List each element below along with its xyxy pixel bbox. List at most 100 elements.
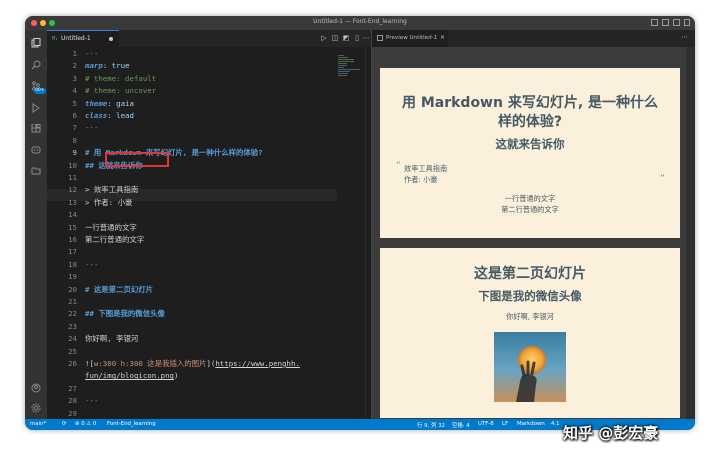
slide-1-quote-line-1: 效率工具指南 xyxy=(404,164,448,173)
code-token: class xyxy=(85,111,108,120)
extensions-icon[interactable] xyxy=(31,124,41,134)
code-line[interactable]: 9 # 用 Markdown 来写幻灯片, 是一种什么样的体验? xyxy=(47,147,337,159)
code-editor[interactable]: 1 --- 2 marp: true 3 # theme: default 4 # theme… xyxy=(47,47,372,420)
code-token: # theme: uncover xyxy=(85,86,157,96)
open-preview-to-side-icon[interactable]: ◫ xyxy=(331,34,339,42)
code-line[interactable]: 5 theme: gaia xyxy=(47,98,337,110)
code-token: https://www.penghh. xyxy=(215,359,300,368)
code-token: lead xyxy=(116,111,134,120)
code-line[interactable]: 17 xyxy=(47,246,337,258)
code-line[interactable]: 16 第二行普通的文字 xyxy=(47,234,337,246)
line-text: # theme: uncover xyxy=(85,85,156,97)
code-line[interactable]: fun/img/blogicon.png) xyxy=(47,370,337,382)
line-number: 28 xyxy=(68,396,77,406)
toggle-secondary-sidebar-icon[interactable] xyxy=(673,19,680,26)
code-line[interactable]: 28 --- xyxy=(47,395,337,407)
code-token: 你好啊, 李银河 xyxy=(85,334,139,344)
code-line[interactable]: 2 marp: true xyxy=(47,60,337,72)
indentation[interactable]: 空格: 4 xyxy=(452,421,470,429)
code-token: ![ xyxy=(85,359,94,368)
code-line[interactable]: 1 --- xyxy=(47,48,337,60)
code-token: w:300 h:300 这是我插入的图片 xyxy=(93,359,207,368)
line-number: 3 xyxy=(72,73,77,83)
search-icon[interactable] xyxy=(31,60,41,70)
settings-gear-icon[interactable] xyxy=(31,403,41,413)
end-of-line[interactable]: LF xyxy=(502,421,508,427)
code-line[interactable]: 22 ## 下图是我的微信头像 xyxy=(47,308,337,320)
code-line[interactable]: 29 xyxy=(47,408,337,420)
minimap[interactable] xyxy=(338,55,362,81)
run-icon[interactable]: ▷ xyxy=(320,34,328,42)
line-text: theme: gaia xyxy=(85,98,134,110)
folder-indicator[interactable]: Font-End_learning xyxy=(107,421,156,427)
line-text: ## 下图是我的微信头像 xyxy=(85,308,165,320)
code-line[interactable]: 6 class: lead xyxy=(47,110,337,122)
code-line[interactable]: 26 ![w:300 h:300 这是我插入的图片](https://www.pe… xyxy=(47,358,337,370)
markdown-file-icon: M↓ xyxy=(52,36,59,42)
close-tab-icon[interactable]: ✕ xyxy=(440,34,445,41)
split-editor-icon[interactable]: ▯ xyxy=(353,34,361,42)
preview-scrollbar[interactable] xyxy=(686,47,695,419)
code-line[interactable]: 27 xyxy=(47,383,337,395)
code-token: > 效率工具指南 xyxy=(85,185,139,195)
marp-icon[interactable]: ◩ xyxy=(342,34,350,42)
more-actions-icon[interactable]: ⋯ xyxy=(362,34,370,42)
editor-tab-bar: M↓ Untitled-1 ▷ ◫ ◩ ▯ ⋯ xyxy=(47,30,371,47)
code-line[interactable]: 14 xyxy=(47,209,337,221)
customize-layout-icon[interactable] xyxy=(684,19,690,26)
code-line[interactable]: 7 --- xyxy=(47,122,337,134)
tab-preview-untitled-1[interactable]: Preview Untitled-1 ✕ xyxy=(372,30,448,47)
toggle-panel-icon[interactable] xyxy=(662,19,669,26)
folder-icon[interactable] xyxy=(31,166,41,176)
line-text: marp: true xyxy=(85,60,130,72)
line-text: # 这是第二页幻灯片 xyxy=(85,284,153,296)
code-line[interactable]: 25 xyxy=(47,346,337,358)
cursor-position[interactable]: 行 9, 列 32 xyxy=(417,421,445,429)
sync-icon[interactable]: ⟳ xyxy=(62,421,67,427)
code-line[interactable]: 8 xyxy=(47,135,337,147)
preview-more-actions-icon[interactable]: ⋯ xyxy=(681,33,688,41)
remote-explorer-icon[interactable] xyxy=(31,145,41,155)
status-extra[interactable]: 4.1 xyxy=(551,421,560,427)
line-text: 一行普通的文字 xyxy=(85,222,137,234)
code-line[interactable]: 24 你好啊, 李银河 xyxy=(47,333,337,345)
problems-indicator[interactable]: ⊗ 0 ⚠ 0 xyxy=(75,421,96,427)
code-line[interactable]: 11 xyxy=(47,172,337,184)
code-line[interactable]: 21 xyxy=(47,296,337,308)
code-token: theme xyxy=(85,98,108,108)
line-text: ![w:300 h:300 这是我插入的图片](https://www.peng… xyxy=(85,358,300,370)
preview-group: Preview Untitled-1 ✕ ⋯ 用 Markdown 来写幻灯片,… xyxy=(371,30,695,419)
code-line[interactable]: 3 # theme: default xyxy=(47,73,337,85)
code-line[interactable]: 13 > 作者: 小豪 xyxy=(47,197,337,209)
line-number: 24 xyxy=(68,334,77,344)
language-mode[interactable]: Markdown xyxy=(517,421,545,427)
code-line[interactable]: 20 # 这是第二页幻灯片 xyxy=(47,284,337,296)
account-icon[interactable] xyxy=(31,383,41,393)
code-line[interactable]: 12 > 效率工具指南 xyxy=(47,184,337,196)
code-line[interactable]: 23 xyxy=(47,321,337,333)
slide-2-heading: 这是第二页幻灯片 xyxy=(474,266,586,282)
line-number: 13 xyxy=(68,197,77,207)
run-debug-icon[interactable] xyxy=(31,103,41,113)
toggle-sidebar-icon[interactable] xyxy=(651,19,658,26)
vscode-window: Untitled-1 — Font-End_learning 90+ M↓ Un… xyxy=(25,16,695,430)
code-token: --- xyxy=(85,123,99,133)
zhihu-watermark: 知乎 @彭宏豪 xyxy=(563,424,659,442)
unsaved-dot-icon[interactable] xyxy=(109,37,113,41)
slide-1-quote-line-2: 作者: 小豪 xyxy=(404,175,438,184)
tab-untitled-1[interactable]: M↓ Untitled-1 xyxy=(47,30,119,47)
code-line[interactable]: 4 # theme: uncover xyxy=(47,85,337,97)
activity-bar: 90+ xyxy=(25,30,47,419)
code-line[interactable]: 15 一行普通的文字 xyxy=(47,222,337,234)
line-text: fun/img/blogicon.png) xyxy=(85,370,178,382)
explorer-icon[interactable] xyxy=(31,38,41,48)
branch-indicator[interactable]: main* xyxy=(30,421,46,427)
encoding[interactable]: UTF-8 xyxy=(478,421,494,427)
code-line[interactable]: 10 ## 这就来告诉你 xyxy=(47,160,337,172)
code-token: fun/img/blogicon.png xyxy=(85,371,174,381)
slide-1-heading-line-1: 用 Markdown 来写幻灯片, 是一种什么 xyxy=(401,95,659,111)
code-line[interactable]: 18 --- xyxy=(47,259,337,271)
marp-preview[interactable]: 用 Markdown 来写幻灯片, 是一种什么 样的体验? 这就来告诉你 “ ”… xyxy=(372,47,695,419)
line-number: 14 xyxy=(68,210,77,220)
code-line[interactable]: 19 xyxy=(47,271,337,283)
